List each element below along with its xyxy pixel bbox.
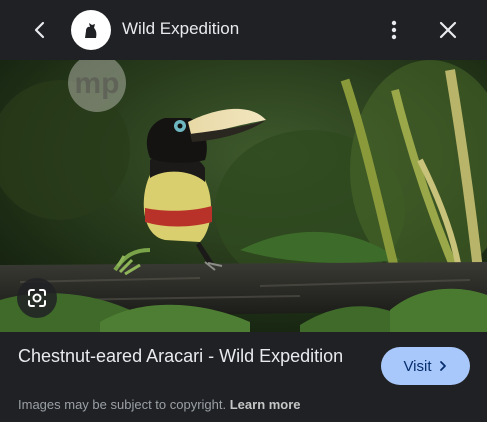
visit-button[interactable]: Visit	[381, 347, 470, 385]
chevron-right-icon	[439, 361, 446, 371]
wild-expedition-logo-icon	[85, 23, 97, 38]
svg-text:mp: mp	[75, 67, 120, 100]
aracari-photo: mp	[0, 60, 487, 332]
copyright-text: Images may be subject to copyright.	[18, 397, 227, 412]
close-button[interactable]	[430, 12, 466, 48]
google-lens-icon	[28, 289, 46, 307]
more-options-button[interactable]	[378, 12, 410, 48]
visit-label: Visit	[403, 357, 432, 375]
site-title: Wild Expedition	[122, 19, 240, 38]
more-vert-icon	[391, 20, 397, 40]
preview-image[interactable]: mp	[0, 60, 487, 332]
google-lens-button[interactable]	[17, 278, 57, 318]
arrow-back-icon	[34, 21, 45, 39]
learn-more-link[interactable]: Learn more	[230, 397, 301, 412]
close-icon	[439, 21, 457, 39]
back-button[interactable]	[22, 12, 58, 48]
copyright-notice: Images may be subject to copyright. Lear…	[18, 397, 301, 412]
top-bar: Wild Expedition	[0, 0, 487, 60]
image-title[interactable]: Chestnut-eared Aracari - Wild Expedition	[18, 345, 348, 368]
site-avatar[interactable]	[71, 10, 111, 50]
